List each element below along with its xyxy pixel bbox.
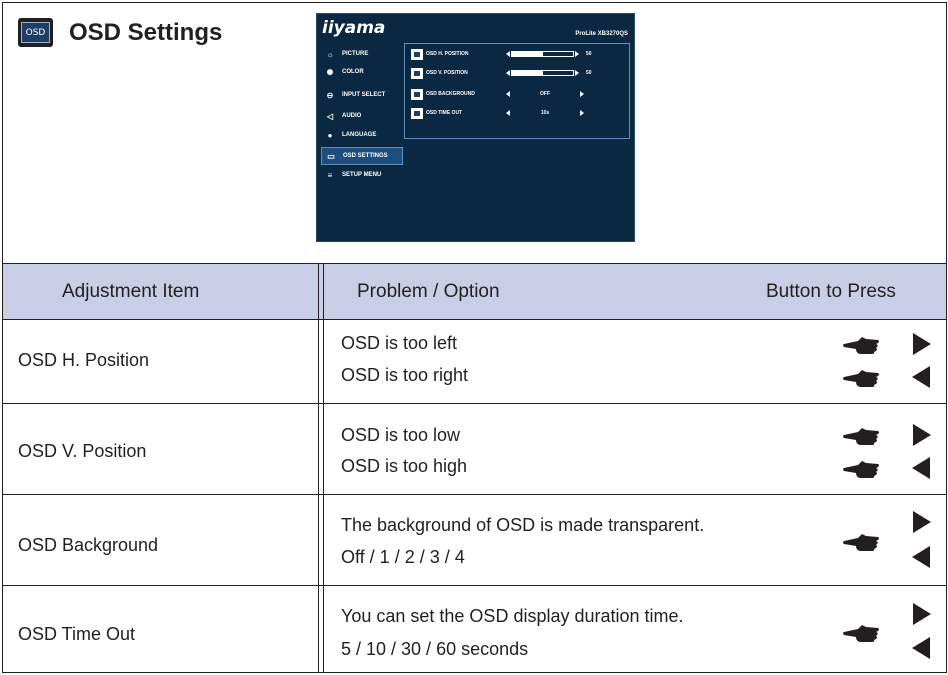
table-row-text: OSD is too left: [341, 333, 458, 353]
header-problem-option: Problem / Option: [357, 280, 500, 302]
divider: [2, 494, 947, 495]
table-row-text: 5 / 10 / 30 / 60 seconds: [341, 639, 529, 659]
page-title: OSD Settings: [69, 18, 223, 46]
header-adjustment-item: Adjustment Item: [62, 280, 200, 302]
table-row-text: OSD is too high: [341, 456, 468, 476]
osd-submenu-row: OSD BACKGROUND OFF: [411, 87, 627, 101]
pointing-hand-icon: [843, 428, 879, 445]
osd-icon: ▭: [327, 151, 335, 161]
right-arrow-icon: [913, 603, 931, 625]
divider: [2, 403, 947, 404]
submenu-value: 50: [586, 51, 592, 57]
osd-menu-item-osd-settings: ▭ OSD SETTINGS: [321, 147, 403, 165]
osd-icon: OSD: [18, 18, 53, 47]
pointing-hand-icon: [843, 534, 879, 551]
table-row-text: OSD is too low: [341, 425, 461, 445]
osd-menu-label: OSD SETTINGS: [343, 153, 388, 159]
right-arrow-icon: [575, 51, 579, 57]
osd-menu-item-picture: ☼ PICTURE: [321, 45, 403, 63]
osd-submenu-row: OSD H. POSITION 50: [411, 47, 627, 61]
submenu-value: 10s: [540, 110, 550, 116]
brand-logo: iiyama: [322, 18, 386, 38]
osd-icon: [411, 48, 423, 60]
color-icon: ✺: [326, 67, 334, 77]
osd-submenu-row: OSD V. POSITION 50: [411, 66, 627, 80]
left-arrow-icon: [912, 366, 930, 388]
osd-menu-label: LANGUAGE: [342, 132, 377, 138]
table-row-item: OSD Background: [18, 535, 159, 555]
table-row-text: Off / 1 / 2 / 3 / 4: [341, 547, 465, 567]
table-row-item: OSD H. Position: [18, 350, 150, 370]
left-arrow-icon: [912, 546, 930, 568]
column-divider: [318, 263, 319, 673]
right-arrow-icon: [913, 424, 931, 446]
osd-icon: [411, 107, 423, 119]
table-row-item: OSD V. Position: [18, 441, 147, 461]
setup-icon: ≡: [327, 170, 333, 180]
table-row-text: The background of OSD is made transparen…: [341, 515, 705, 535]
submenu-value: OFF: [540, 91, 550, 97]
osd-menu-label: SETUP MENU: [342, 172, 382, 178]
pointing-hand-icon: [843, 337, 879, 354]
osd-menu-label: COLOR: [342, 69, 364, 75]
osd-submenu: OSD H. POSITION 50 OSD V. POSITION 50 OS…: [404, 43, 630, 139]
position-bar: [511, 70, 574, 76]
osd-menu-label: INPUT SELECT: [342, 92, 386, 98]
globe-icon: ●: [327, 130, 333, 140]
right-arrow-icon: [580, 91, 584, 97]
table-row-item: OSD Time Out: [18, 624, 136, 644]
audio-icon: ◁: [326, 111, 334, 121]
right-arrow-icon: [913, 511, 931, 533]
osd-submenu-row: OSD TIME OUT 10s: [411, 106, 627, 120]
position-bar: [511, 51, 574, 57]
left-arrow-icon: [506, 51, 510, 57]
submenu-label: OSD TIME OUT: [426, 110, 463, 116]
osd-icon: [411, 88, 423, 100]
submenu-label: OSD BACKGROUND: [426, 91, 475, 97]
right-arrow-icon: [575, 70, 579, 76]
osd-menu-item-language: ● LANGUAGE: [321, 126, 403, 144]
header-button-to-press: Button to Press: [766, 280, 896, 302]
pointing-hand-icon: [843, 370, 879, 387]
osd-menu-label: PICTURE: [342, 51, 369, 57]
section-title-group: OSD OSD Settings: [18, 18, 222, 47]
osd-screen-image: iiyama ProLite XB3270QS ☼ PICTURE ✺ COLO…: [316, 13, 635, 242]
submenu-label: OSD V. POSITION: [426, 70, 468, 76]
pointing-hand-icon: [843, 461, 879, 478]
submenu-label: OSD H. POSITION: [426, 51, 469, 57]
osd-menu-item-input-select: ⊖ INPUT SELECT: [321, 86, 403, 104]
table-row-text: OSD is too right: [341, 365, 469, 385]
osd-menu-label: AUDIO: [342, 113, 362, 119]
input-select-icon: ⊖: [326, 90, 334, 100]
table-row-text: You can set the OSD display duration tim…: [341, 606, 684, 626]
osd-menu-item-color: ✺ COLOR: [321, 63, 403, 81]
osd-menu-item-setup: ≡ SETUP MENU: [321, 166, 403, 184]
left-arrow-icon: [912, 457, 930, 479]
osd-icon: [411, 67, 423, 79]
divider: [2, 585, 947, 586]
osd-badge-label: OSD: [21, 22, 50, 43]
picture-icon: ☼: [326, 49, 334, 59]
submenu-value: 50: [586, 70, 592, 76]
left-arrow-icon: [506, 70, 510, 76]
right-arrow-icon: [913, 333, 931, 355]
osd-menu-item-audio: ◁ AUDIO: [321, 107, 403, 125]
left-arrow-icon: [912, 637, 930, 659]
right-arrow-icon: [580, 110, 584, 116]
pointing-hand-icon: [843, 625, 879, 642]
column-divider: [323, 263, 324, 673]
model-name: ProLite XB3270QS: [575, 31, 628, 37]
divider: [2, 319, 947, 320]
